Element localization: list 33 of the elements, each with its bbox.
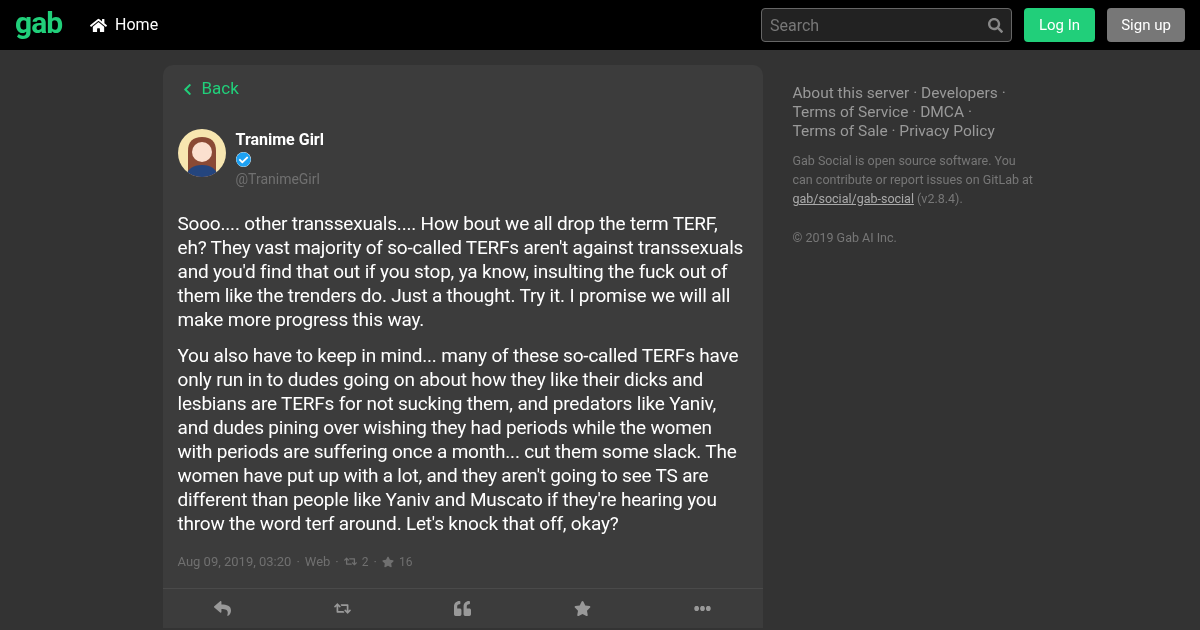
copyright-text: © 2019 Gab AI Inc. — [792, 229, 898, 247]
footer-link[interactable]: DMCA — [920, 103, 965, 121]
footer-link[interactable]: Privacy Policy — [899, 122, 995, 140]
separator-dot: · — [1000, 84, 1006, 102]
separator-dot: · — [966, 103, 972, 121]
star-icon — [381, 555, 394, 568]
separator-dot: · — [911, 103, 918, 121]
separator-dot: · — [373, 553, 377, 571]
footer-link[interactable]: About this server — [792, 84, 910, 102]
home-icon — [90, 16, 108, 34]
search-icon — [988, 18, 1003, 33]
about-text: Gab Social is open source software. You can contribute or report issues on GitLab at gab/social/gab-social (v2.8.4). — [792, 152, 1034, 208]
back-link[interactable]: Back — [162, 65, 763, 113]
footer-link[interactable]: Terms of Sale — [792, 122, 888, 140]
post-text: You also have to keep in mind... many of these so-called TERFs have only run in to dudes going on about how they like their dicks and lesbians are TERFs for not sucking them, and predators like Yaniv, and dudes pining over wishing they had periods while the women with periods are suffering once a month... cut them some slack. The women have put up with a lot, and they aren't going to see TS are different than people like Yaniv and Muscato if they're hearing you throw the word terf around. Let's knock that off, okay? — [177, 344, 740, 536]
favourite-icon — [574, 599, 591, 617]
separator-dot: · — [912, 84, 919, 102]
logo[interactable]: gab — [15, 8, 63, 38]
post-text: Sooo.... other transsexuals.... How bout we all drop the term TERF, eh? They vast majority of so-called TERFs aren't against transsexuals and you'd find that out if you stop, ya know, insulting the fuck out of them like the trenders do. Just a thought. Try it. I promise we will all make more progress this way. — [177, 212, 745, 332]
quote-icon — [454, 599, 471, 617]
separator-dot: · — [890, 122, 897, 140]
footer-link[interactable]: Terms of Service — [792, 103, 909, 121]
separator-dot: · — [335, 553, 339, 571]
search-field[interactable]: Search — [761, 8, 1012, 42]
more-icon — [694, 605, 711, 611]
author-name[interactable]: Tranime Girl — [235, 129, 324, 151]
footer-link[interactable]: Developers — [921, 84, 998, 102]
separator-dot: · — [296, 553, 300, 571]
home-link[interactable]: Home — [90, 13, 159, 37]
sign-up-button[interactable]: Sign up — [1107, 8, 1185, 42]
avatar[interactable] — [177, 129, 226, 177]
reply-icon — [214, 599, 231, 617]
gitlab-link[interactable]: gab/social/gab-social — [792, 191, 914, 206]
